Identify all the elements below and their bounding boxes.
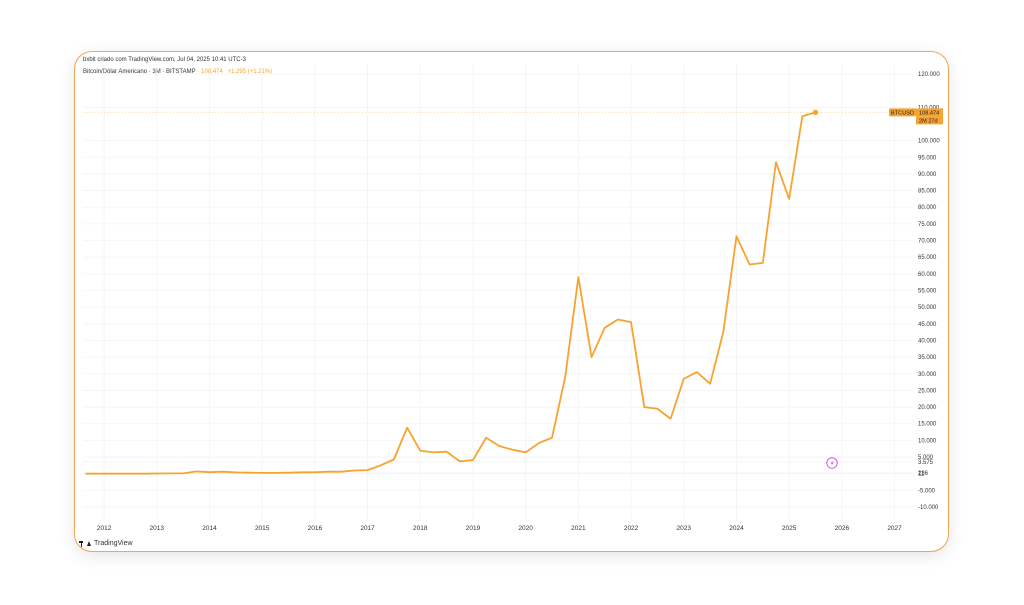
lightning-icon[interactable] [826, 457, 838, 469]
x-tick-label: 2016 [308, 525, 323, 532]
y-tick-label: 10.000 [918, 438, 937, 444]
grid-lines [83, 64, 913, 521]
tradingview-brand: TradingView [94, 540, 133, 547]
x-tick-label: 2014 [202, 525, 217, 532]
y-tick-label: 35.000 [918, 355, 937, 361]
x-tick-label: 2015 [255, 525, 270, 532]
last-price-dot [812, 109, 819, 115]
badge-symbol: BTCUSD [891, 111, 914, 117]
chart-card: bxbit criado com TradingView.com, Jul 04… [74, 51, 949, 552]
x-tick-label: 2021 [571, 525, 586, 532]
y-tick-label: -5.000 [918, 488, 936, 494]
x-tick-label: 2024 [729, 525, 744, 532]
y-tick-label: 15.000 [918, 422, 937, 428]
y-tick-label: 70.000 [918, 239, 937, 245]
badge-price: 108.474 [919, 111, 939, 117]
x-tick-label: 2020 [518, 525, 533, 532]
tradingview-mark-icon [79, 540, 88, 547]
y-tick-label: 11 [918, 472, 925, 478]
badge-countdown: 2M 27d [919, 119, 938, 125]
y-tick-label: 30.000 [918, 372, 937, 378]
y-tick-label: 100.000 [918, 139, 940, 145]
price-badge: BTCUSD 108.474 2M 27d [889, 108, 943, 125]
y-tick-label: 95.000 [918, 155, 937, 161]
y-tick-label: 55.000 [918, 289, 937, 295]
x-tick-label: 2013 [150, 525, 165, 532]
price-series-line [85, 111, 816, 475]
x-tick-label: 2017 [360, 525, 375, 532]
y-tick-label: 80.000 [918, 205, 937, 211]
y-tick-label: 50.000 [918, 305, 937, 311]
y-tick-label: 40.000 [918, 338, 937, 344]
y-tick-label: 90.000 [918, 172, 937, 178]
y-tick-label: 65.000 [918, 255, 937, 261]
x-tick-label: 2018 [413, 525, 428, 532]
x-tick-label: 2025 [782, 525, 797, 532]
y-tick-label: 75.000 [918, 222, 937, 228]
x-tick-label: 2012 [97, 525, 112, 532]
y-tick-label: 45.000 [918, 322, 937, 328]
x-axis: 2012 2013 2014 2015 2016 2017 2018 2019 2020 2021… [97, 525, 902, 532]
y-tick-label: 25.000 [918, 388, 937, 394]
price-chart[interactable]: 120.000110.000100.00095.00090.00085.0008… [75, 52, 949, 552]
y-tick-label: 20.000 [918, 405, 937, 411]
x-tick-label: 2019 [466, 525, 481, 532]
y-tick-label: 3.575 [918, 460, 934, 466]
x-tick-label: 2022 [624, 525, 639, 532]
y-tick-label: 85.000 [918, 189, 937, 195]
y-tick-label: 120.000 [918, 72, 940, 78]
y-axis: 120.000110.000100.00095.00090.00085.0008… [918, 72, 940, 511]
x-tick-label: 2023 [677, 525, 692, 532]
tradingview-logo[interactable]: TradingView [79, 540, 133, 547]
x-tick-label: 2027 [887, 525, 902, 532]
y-tick-label: 60.000 [918, 272, 937, 278]
y-tick-label: -10.000 [918, 505, 939, 511]
x-tick-label: 2026 [835, 525, 850, 532]
